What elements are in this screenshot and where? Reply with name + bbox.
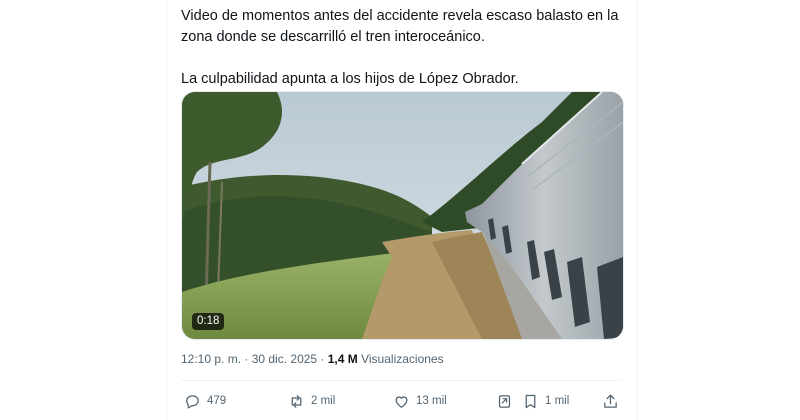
video-duration-badge: 0:18	[192, 313, 225, 330]
timeline-border-right	[637, 0, 638, 420]
video-player[interactable]: 0:18	[181, 91, 624, 340]
tweet-metadata: 12:10 p. m. · 30 dic. 2025 · 1,4 M Visua…	[181, 352, 444, 366]
reply-icon	[184, 393, 201, 410]
tweet-text-paragraph-1: Video de momentos antes del accidente re…	[181, 8, 619, 45]
video-frame	[182, 92, 623, 339]
repost-icon	[288, 393, 305, 410]
like-icon	[393, 393, 410, 410]
timeline-border-left	[166, 0, 167, 420]
share-icon	[602, 393, 619, 410]
views-count: 1,4 M	[327, 352, 358, 366]
reply-button[interactable]: 479	[184, 390, 226, 412]
like-button[interactable]: 13 mil	[393, 390, 447, 412]
reply-count: 479	[207, 395, 227, 407]
views-label: Visualizaciones	[357, 352, 444, 366]
share-button[interactable]	[602, 390, 619, 412]
tweet-timestamp[interactable]: 12:10 p. m. · 30 dic. 2025 ·	[181, 352, 328, 366]
bookmark-icon	[522, 393, 539, 410]
tweet-text: Video de momentos antes del accidente re…	[181, 6, 621, 90]
actions-divider	[181, 380, 622, 381]
bookmark-count: 1 mil	[545, 395, 570, 407]
repost-count: 2 mil	[311, 395, 336, 407]
grok-button[interactable]	[496, 390, 513, 412]
tweet-actions-bar: 479 2 mil 13 mil 1 mil	[181, 390, 622, 412]
bookmark-button[interactable]: 1 mil	[522, 390, 569, 412]
repost-button[interactable]: 2 mil	[288, 390, 335, 412]
tweet-text-paragraph-2: La culpabilidad apunta a los hijos de Ló…	[181, 71, 519, 87]
grok-icon	[496, 393, 513, 410]
like-count: 13 mil	[416, 395, 447, 407]
